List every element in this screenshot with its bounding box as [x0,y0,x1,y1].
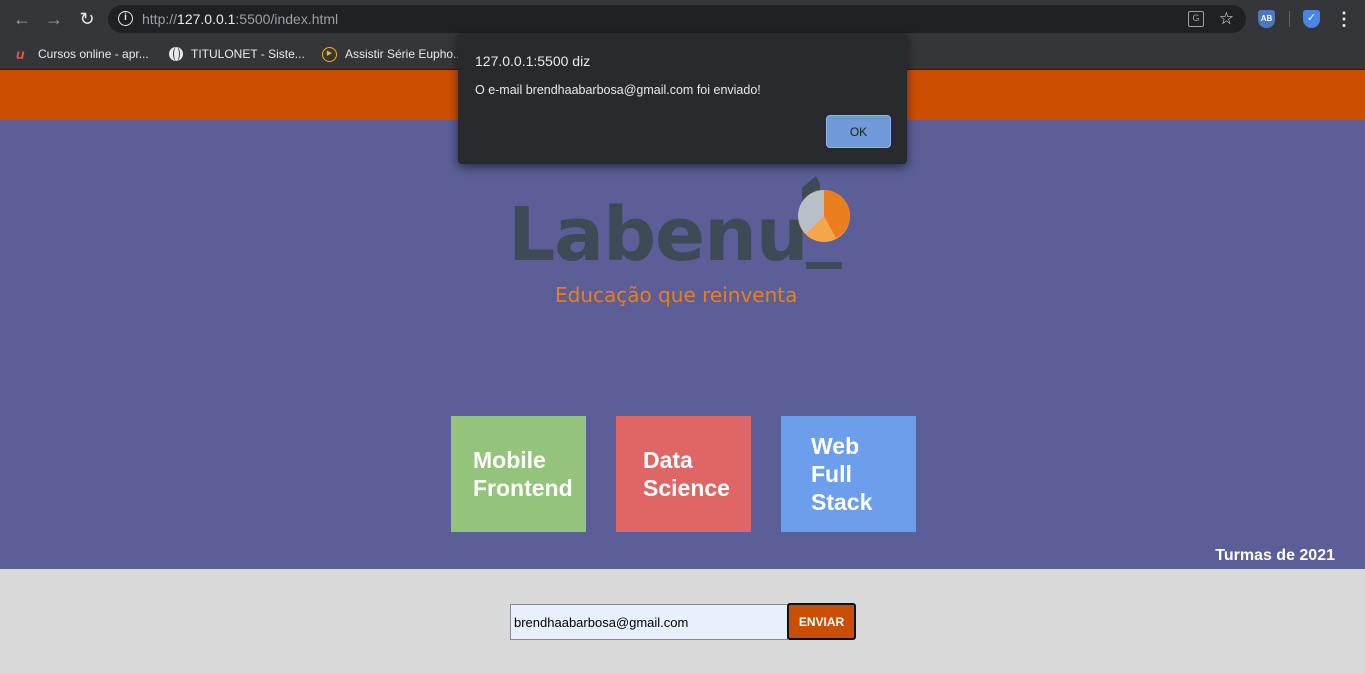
email-field[interactable] [510,604,788,640]
arrow-left-icon[interactable]: ← [11,8,33,30]
course-title-line: Science [643,475,730,501]
bookmark-label: TITULONET - Siste... [191,47,305,61]
bookmark-label: Cursos online - apr... [38,47,149,61]
course-title-line: Mobile [473,447,546,473]
url-scheme: http:// [142,11,178,27]
url-text[interactable]: http://127.0.0.1:5500/index.html [142,11,338,27]
course-card-mobile-frontend[interactable]: Mobile Frontend [451,416,586,532]
dialog-title: 127.0.0.1:5500 diz [475,53,591,69]
ok-button[interactable]: OK [826,115,891,148]
bookmark-item[interactable]: ▶ Assistir Série Eupho... [322,43,463,65]
arrow-right-icon[interactable]: → [43,8,65,30]
email-form: ENVIAR [510,603,856,640]
course-title-line: Frontend [473,475,573,501]
course-title-line: Data [643,447,693,473]
flame-logo-icon [798,176,850,242]
logo-tagline: Educação que reinventa [555,283,798,307]
bookmark-item[interactable]: u Cursos online - apr... [16,43,149,65]
labenu-logo: Labenu Educação que reinventa [508,170,853,310]
turmas-label: Turmas de 2021 [1215,547,1335,564]
bookmark-item[interactable]: TITULONET - Siste... [169,43,305,65]
alert-dialog: 127.0.0.1:5500 diz O e-mail brendhaabarb… [458,33,907,164]
dialog-message: O e-mail brendhaabarbosa@gmail.com foi e… [475,83,761,97]
enviar-button[interactable]: ENVIAR [787,603,856,640]
udemy-icon: u [16,46,25,62]
url-host: 127.0.0.1 [177,11,236,27]
course-card-web-full-stack[interactable]: Web Full Stack [781,416,916,532]
bookmark-label: Assistir Série Eupho... [345,47,464,61]
course-title-line: Stack [811,489,873,515]
play-icon: ▶ [322,46,337,62]
adblock-extension-icon[interactable]: AB [1258,10,1275,28]
course-title-line: Web [811,433,860,459]
url-path: :5500/index.html [235,11,339,27]
toolbar-divider [1289,11,1290,27]
star-icon[interactable]: ☆ [1219,9,1234,29]
translate-icon[interactable]: G [1188,11,1204,27]
globe-icon [169,47,183,61]
address-bar[interactable]: i http://127.0.0.1:5500/index.html G ☆ [108,5,1246,33]
course-title-line: Full [811,461,852,487]
logo-underscore [806,262,842,269]
shield-extension-icon[interactable]: ✓ [1303,10,1320,28]
course-card-data-science[interactable]: Data Science [616,416,751,532]
reload-icon[interactable]: ↻ [76,8,98,30]
logo-wordmark: Labenu [508,192,809,278]
kebab-menu-icon[interactable]: ⋮ [1335,8,1353,30]
info-icon[interactable]: i [118,11,133,26]
